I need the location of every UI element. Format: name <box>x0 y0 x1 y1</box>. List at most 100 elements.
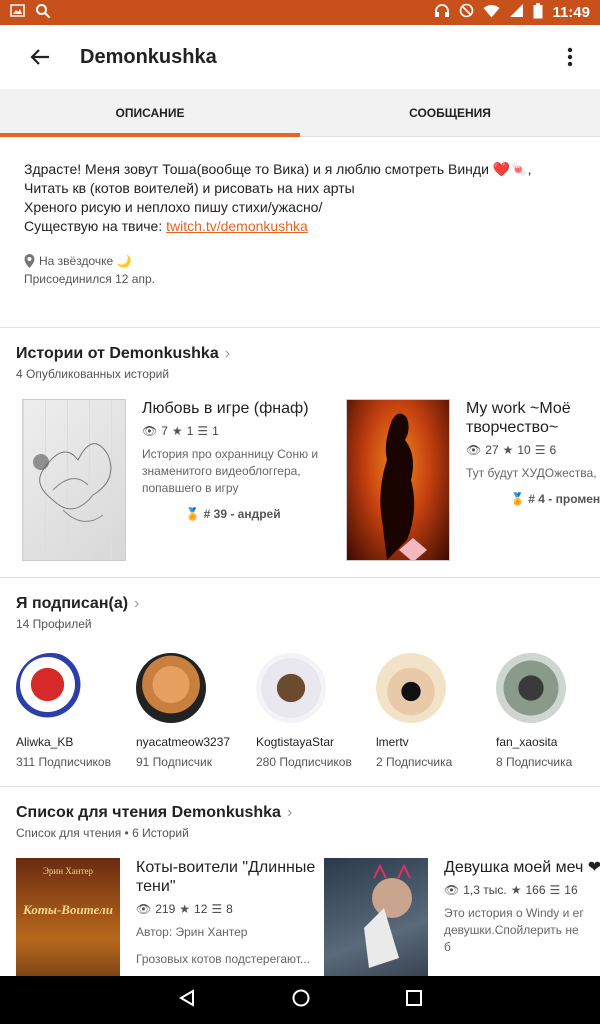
following-carousel[interactable]: Aliwka_KB 311 Подписчиков nyacatmeow3237… <box>0 653 600 770</box>
stories-carousel[interactable]: Любовь в игре (фнаф) 👁 7 ★ 1 ☰ 1 История пр… <box>0 399 600 561</box>
more-options-button[interactable] <box>540 25 600 89</box>
list-icon: ☰ <box>211 902 223 916</box>
story-title[interactable]: Любовь в игре (фнаф) <box>142 399 324 418</box>
reading-list-carousel[interactable]: Эрин Хантер Коты-Воители Коты-воители "Д… <box>0 858 600 976</box>
story-rank: 🏅 # 4 - променя <box>466 492 600 506</box>
votes-count: 1 <box>186 424 194 438</box>
profile-card[interactable]: KogtistayaStar 280 Подписчиков <box>240 653 360 770</box>
triangle-back-icon <box>179 988 194 1007</box>
views-count: 27 <box>485 443 499 457</box>
avatar[interactable] <box>136 653 206 723</box>
parts-count: 6 <box>549 443 557 457</box>
story-title[interactable]: My work ~Моё творчество~ <box>466 399 600 437</box>
tab-bar: ОПИСАНИЕ СООБЩЕНИЯ <box>0 89 600 137</box>
following-section-header[interactable]: Я подписан(а) › 14 Профилей <box>0 578 600 631</box>
tab-messages[interactable]: СООБЩЕНИЯ <box>300 89 600 136</box>
app-bar: Demonkushka <box>0 25 600 89</box>
list-icon: ☰ <box>549 883 561 897</box>
more-vert-icon <box>567 47 573 67</box>
twitch-link[interactable]: twitch.tv/demonkushka <box>166 218 308 234</box>
profile-name[interactable]: lmertv <box>376 735 480 749</box>
profile-followers: 311 Подписчиков <box>16 755 111 769</box>
location-text: На звёздочке 🌙 <box>39 254 132 268</box>
reading-list-count: Список для чтения • 6 Историй <box>16 826 189 840</box>
story-description: Тут будут ХУДОжества, стишата и просто а… <box>466 466 600 480</box>
stories-section-header[interactable]: Истории от Demonkushka › 4 Опубликованных… <box>0 328 600 381</box>
battery-icon <box>533 2 543 23</box>
votes-count: 166 <box>525 883 546 897</box>
views-count: 1,3 тыс. <box>463 883 507 897</box>
avatar[interactable] <box>496 653 566 723</box>
profile-followers: 280 Подписчиков <box>256 755 352 769</box>
do-not-disturb-icon <box>459 3 474 22</box>
search-icon <box>35 3 51 23</box>
cover-photo <box>364 863 412 968</box>
story-card[interactable]: My work ~Моё творчество~ 👁 27 ★ 10 ☰ 6 Тут … <box>324 399 600 561</box>
tab-description[interactable]: ОПИСАНИЕ <box>0 89 300 137</box>
eye-icon: 👁 <box>142 424 158 438</box>
story-cover[interactable]: Эрин Хантер Коты-Воители <box>16 858 120 976</box>
nav-home-button[interactable] <box>292 989 310 1012</box>
votes-count: 12 <box>194 902 208 916</box>
avatar[interactable] <box>376 653 446 723</box>
story-description: Автор: Эрин Хантер <box>136 925 248 939</box>
profile-followers: 91 Подписчик <box>136 755 212 769</box>
reading-list-header[interactable]: Список для чтения Demonkushka › Список дл… <box>0 787 600 840</box>
gallery-icon <box>10 4 25 21</box>
parts-count: 16 <box>564 883 578 897</box>
star-icon: ★ <box>171 424 183 438</box>
story-stats: 👁 27 ★ 10 ☰ 6 <box>466 443 600 457</box>
cover-title: Коты-Воители <box>23 902 113 917</box>
profile-card[interactable]: fan_xaosita 8 Подписчика <box>480 653 600 770</box>
status-bar: 11:49 <box>0 0 600 25</box>
chevron-right-icon: › <box>286 804 293 821</box>
profile-name[interactable]: KogtistayaStar <box>256 735 360 749</box>
about-line: Существую на твиче: twitch.tv/demonkushk… <box>24 217 576 236</box>
story-title[interactable]: Девушка моей меч ❤ <box>444 858 600 877</box>
profile-card[interactable]: Aliwka_KB 311 Подписчиков <box>0 653 120 770</box>
profile-followers: 2 Подписчика <box>376 755 453 769</box>
about-line-prefix: Существую на твиче: <box>24 218 167 234</box>
story-stats: 👁 1,3 тыс. ★ 166 ☰ 16 <box>444 883 600 897</box>
story-cover[interactable] <box>324 858 428 976</box>
back-button[interactable] <box>0 25 80 89</box>
profile-content[interactable]: Здрасте! Меня зовут Тоша(вообще то Вика)… <box>0 138 600 976</box>
avatar[interactable] <box>16 653 86 723</box>
star-icon: ★ <box>502 443 514 457</box>
profile-card[interactable]: nyacatmeow3237 91 Подписчик <box>120 653 240 770</box>
story-card[interactable]: Эрин Хантер Коты-Воители Коты-воители "Д… <box>0 858 324 976</box>
avatar[interactable] <box>256 653 326 723</box>
following-count: 14 Профилей <box>16 617 92 631</box>
stories-section-title: Истории от Demonkushka <box>16 345 219 362</box>
votes-count: 10 <box>517 443 531 457</box>
eye-icon: 👁 <box>466 443 482 457</box>
wifi-icon <box>483 4 500 22</box>
star-icon: ★ <box>510 883 522 897</box>
about-line: Читать кв (котов воителей) и рисовать на… <box>24 180 355 196</box>
cover-author: Эрин Хантер <box>42 866 94 876</box>
profile-name[interactable]: Aliwka_KB <box>16 735 120 749</box>
profile-name[interactable]: fan_xaosita <box>496 735 600 749</box>
chevron-right-icon: › <box>224 345 231 362</box>
stories-count: 4 Опубликованных историй <box>16 367 170 381</box>
profile-meta: На звёздочке 🌙 Присоединился 12 апр. <box>0 236 600 288</box>
profile-followers: 8 Подписчика <box>496 755 573 769</box>
system-nav-bar <box>0 976 600 1024</box>
silhouette-drawing <box>380 413 427 560</box>
back-arrow-icon <box>30 49 49 65</box>
nav-recents-button[interactable] <box>406 989 422 1011</box>
about-line: Хреного рисую и неплохо пишу стихи/ужасн… <box>24 199 323 215</box>
story-card[interactable]: Любовь в игре (фнаф) 👁 7 ★ 1 ☰ 1 История пр… <box>0 399 324 561</box>
story-title[interactable]: Коты-воители "Длинные тени" <box>136 858 318 896</box>
chevron-right-icon: › <box>134 595 140 612</box>
profile-name[interactable]: nyacatmeow3237 <box>136 735 240 749</box>
story-cover[interactable] <box>346 399 450 561</box>
parts-count: 1 <box>212 424 219 438</box>
rank-badge-icon: 🏅 <box>185 507 204 521</box>
page-title: Demonkushka <box>80 45 217 68</box>
story-cover[interactable] <box>22 399 126 561</box>
story-card[interactable]: Девушка моей меч ❤ 👁 1,3 тыс. ★ 166 ☰ 16 Эт… <box>324 858 600 976</box>
nav-back-button[interactable] <box>178 988 196 1012</box>
story-stats: 👁 7 ★ 1 ☰ 1 <box>142 424 324 438</box>
profile-card[interactable]: lmertv 2 Подписчика <box>360 653 480 770</box>
